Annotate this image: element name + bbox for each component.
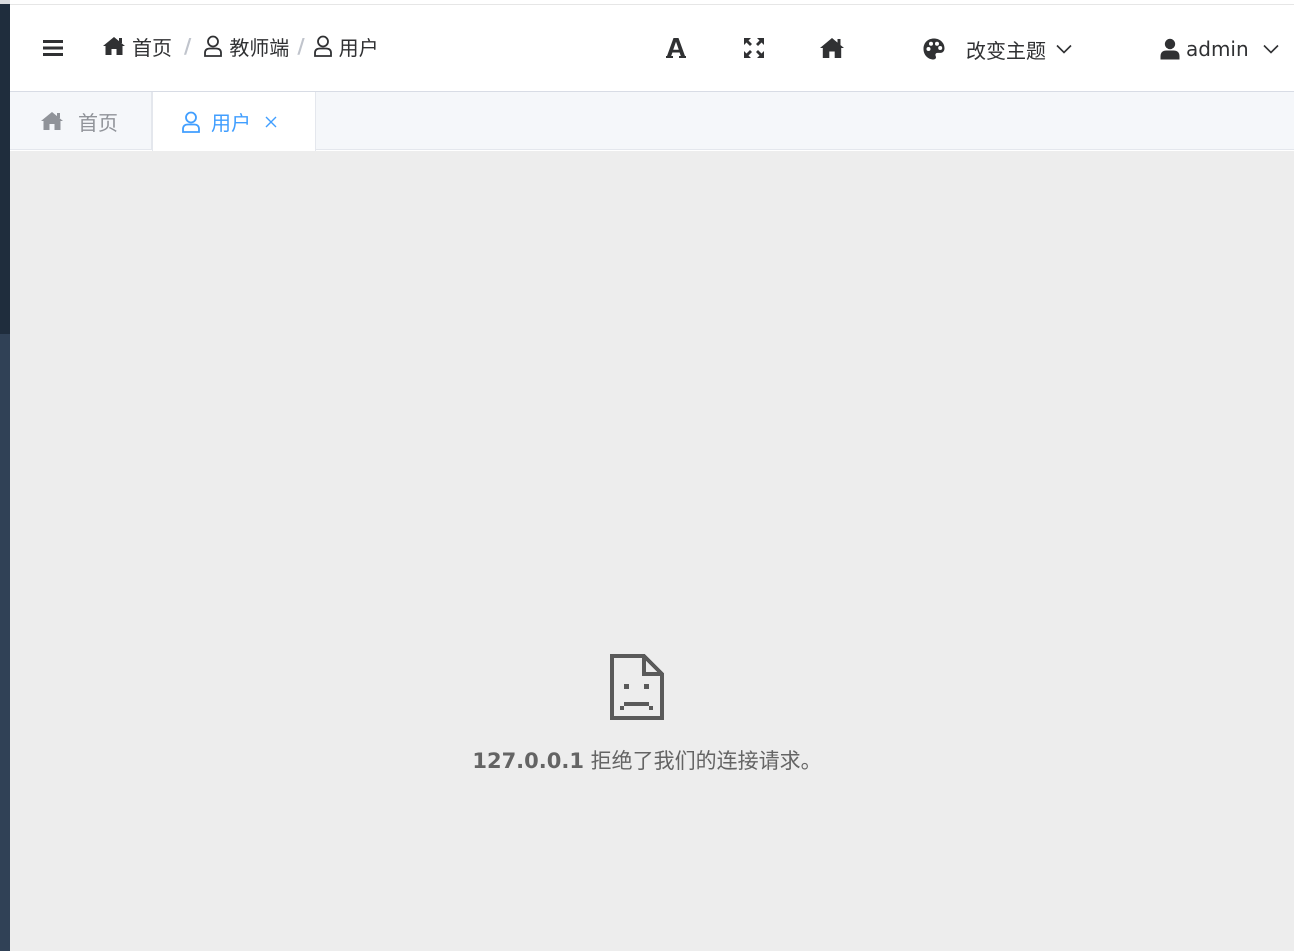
app-root: 首页 / 教师端 / 用户 改变主题 admin 首页 用户 127.0.0.1…: [0, 0, 1294, 951]
palette-icon: [923, 38, 945, 60]
home-icon: [103, 37, 125, 55]
tags-view: 首页 用户: [10, 92, 1294, 151]
error-message: 127.0.0.1 拒绝了我们的连接请求。: [0, 745, 1294, 775]
error-host: 127.0.0.1: [472, 749, 584, 773]
breadcrumb-label: 首页: [132, 35, 172, 60]
breadcrumb: 首页 / 教师端 / 用户: [102, 31, 379, 61]
hamburger-icon: [43, 40, 63, 56]
navbar: 首页 / 教师端 / 用户 改变主题 admin: [10, 4, 1294, 92]
fullscreen-button[interactable]: [740, 34, 768, 62]
chevron-down-icon: [1263, 44, 1279, 54]
user-name: admin: [1186, 37, 1249, 61]
breadcrumb-separator: /: [297, 34, 305, 58]
content-frame: 127.0.0.1 拒绝了我们的连接请求。: [10, 151, 1294, 951]
font-size-button[interactable]: [662, 34, 690, 62]
chevron-down-icon: [1056, 44, 1072, 54]
close-icon: [265, 116, 277, 127]
theme-switch-dropdown[interactable]: 改变主题: [922, 34, 1072, 64]
error-detail: 拒绝了我们的连接请求。: [590, 749, 822, 773]
breadcrumb-item-home[interactable]: 首页: [102, 32, 172, 61]
tag-label: 首页: [78, 110, 118, 135]
user-outline-icon: [182, 111, 200, 133]
user-dropdown[interactable]: admin: [1160, 34, 1279, 64]
breadcrumb-item-user: 用户: [313, 32, 379, 61]
breadcrumb-item-teacher[interactable]: 教师端: [203, 32, 289, 61]
tag-user[interactable]: 用户: [152, 92, 316, 151]
broken-page-icon: [610, 654, 664, 720]
home-button[interactable]: [818, 34, 846, 62]
breadcrumb-separator: /: [184, 34, 192, 58]
hamburger-menu-button[interactable]: [43, 40, 63, 56]
main-area: 首页 / 教师端 / 用户 改变主题 admin 首页 用户 127.0.0.1…: [10, 0, 1294, 951]
breadcrumb-label: 教师端: [229, 35, 290, 60]
tag-home[interactable]: 首页: [10, 92, 152, 150]
user-outline-icon: [313, 35, 332, 57]
sidebar: [0, 0, 10, 951]
tag-label: 用户: [211, 111, 251, 135]
user-icon: [1160, 38, 1180, 60]
tag-close-button[interactable]: [265, 116, 277, 128]
fullscreen-icon: [744, 38, 764, 58]
theme-switch-label: 改变主题: [966, 38, 1046, 63]
breadcrumb-label: 用户: [338, 35, 379, 60]
font-size-icon: [666, 38, 686, 58]
user-outline-icon: [204, 35, 223, 57]
home-icon: [820, 38, 844, 58]
home-icon: [41, 112, 63, 130]
